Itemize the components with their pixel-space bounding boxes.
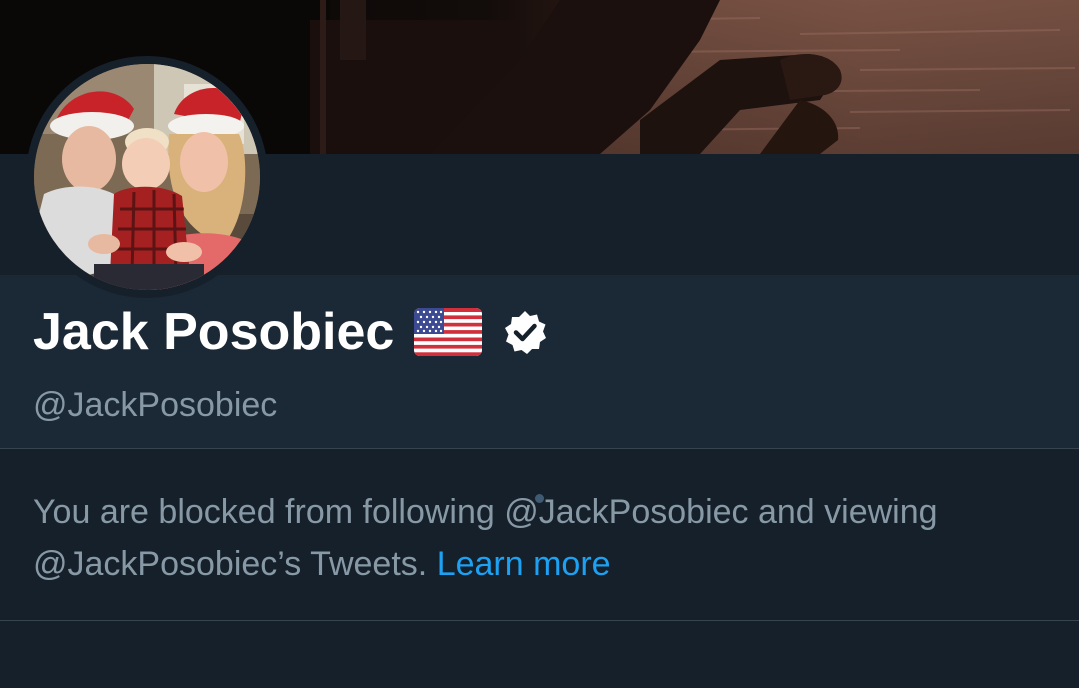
us-flag-icon (414, 308, 483, 356)
profile-page: Jack Posobiec @JackPosobiec You are bloc… (0, 0, 1079, 688)
profile-name-row: Jack Posobiec (33, 300, 548, 364)
profile-display-name: Jack Posobiec (33, 303, 395, 361)
blocked-notice: You are blocked from following @JackPoso… (33, 486, 1063, 590)
learn-more-link[interactable]: Learn more (437, 545, 611, 583)
bottom-spacer (0, 621, 1079, 688)
avatar[interactable] (34, 64, 260, 290)
profile-handle: @JackPosobiec (33, 386, 278, 424)
verified-badge-icon[interactable] (502, 309, 548, 355)
